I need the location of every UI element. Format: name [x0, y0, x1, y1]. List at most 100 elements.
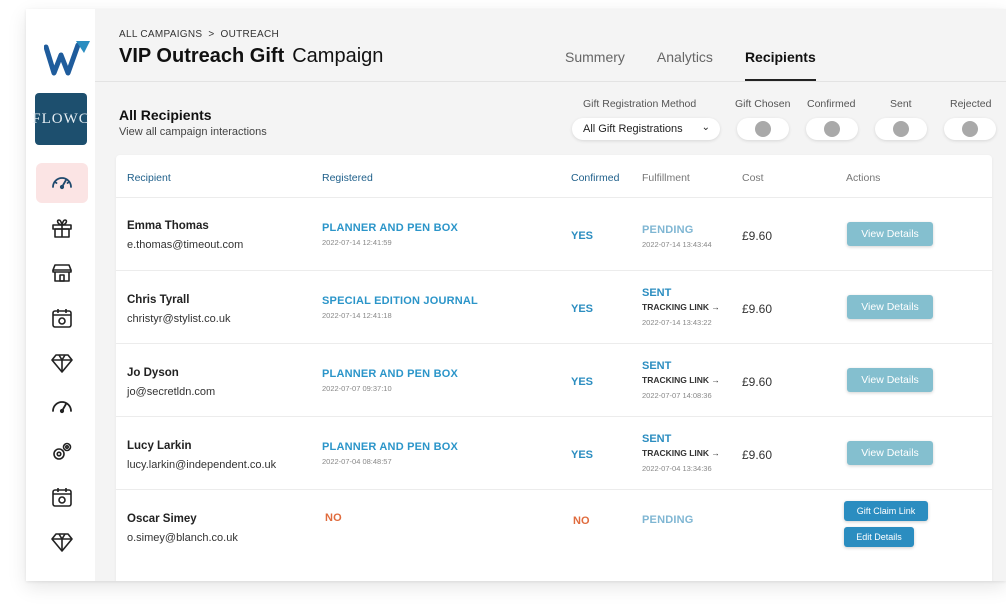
tracking-link[interactable]: TRACKING LINK →	[642, 375, 720, 385]
tracking-link[interactable]: TRACKING LINK →	[642, 448, 720, 458]
view-details-button[interactable]: View Details	[847, 368, 933, 392]
column-header-registered[interactable]: Registered	[322, 172, 373, 184]
table-row[interactable]: Oscar Simey o.simey@blanch.co.uk NO NO P…	[116, 489, 992, 562]
filter-method-label: Gift Registration Method	[583, 98, 697, 110]
fulfillment-timestamp: 2022-07-14 13:43:22	[642, 318, 712, 327]
recipient-email: lucy.larkin@independent.co.uk	[127, 459, 277, 471]
dashboard-gauge-icon	[52, 177, 72, 190]
main-content: ALL CAMPAIGNS > OUTREACH VIP Outreach Gift…	[95, 9, 1006, 581]
confirmed-status: YES	[571, 303, 594, 315]
sidebar-item-store[interactable]	[36, 253, 88, 293]
breadcrumb-separator: >	[208, 29, 215, 40]
settings-gears-icon	[53, 442, 72, 460]
section-subtitle: View all campaign interactions	[119, 126, 267, 138]
column-header-recipient[interactable]: Recipient	[127, 172, 171, 184]
gauge-icon	[52, 401, 72, 414]
confirmed-status: YES	[571, 376, 594, 388]
app-window: FLOWC ALL CAMPAIGNS > OUTREACH VIP Outre…	[26, 9, 1006, 581]
registered-gift[interactable]: PLANNER AND PEN BOX	[322, 222, 458, 234]
toggle-knob	[755, 121, 771, 137]
sidebar-item-schedule[interactable]	[36, 477, 88, 517]
toggle-rejected[interactable]	[944, 118, 996, 140]
calendar-icon	[52, 488, 72, 507]
gift-icon	[52, 219, 72, 238]
sidebar-item-rewards[interactable]	[36, 522, 88, 562]
registered-gift[interactable]: PLANNER AND PEN BOX	[322, 368, 458, 380]
table-row[interactable]: Jo Dyson jo@secretldn.com PLANNER AND PE…	[116, 343, 992, 416]
confirmed-status: NO	[573, 515, 590, 527]
fulfillment-status: PENDING	[642, 224, 694, 236]
table-row[interactable]: Lucy Larkin lucy.larkin@independent.co.u…	[116, 416, 992, 489]
tab-analytics[interactable]: Analytics	[657, 49, 713, 81]
toggle-label-confirmed: Confirmed	[807, 98, 856, 110]
w-logo-icon[interactable]	[44, 39, 92, 79]
edit-details-button[interactable]: Edit Details	[844, 527, 914, 547]
recipient-name: Oscar Simey	[127, 513, 197, 525]
registered-status: NO	[325, 512, 342, 524]
registered-timestamp: 2022-07-04 08:48:57	[322, 457, 392, 466]
page-header: ALL CAMPAIGNS > OUTREACH VIP Outreach Gift…	[95, 9, 1006, 82]
fulfillment-timestamp: 2022-07-04 13:34:36	[642, 464, 712, 473]
view-details-button[interactable]: View Details	[847, 222, 933, 246]
sidebar-item-dashboard[interactable]	[36, 163, 88, 203]
recipient-name: Chris Tyrall	[127, 294, 190, 306]
registered-timestamp: 2022-07-14 12:41:59	[322, 238, 392, 247]
fulfillment-timestamp: 2022-07-14 13:43:44	[642, 240, 712, 249]
fulfillment-status: SENT	[642, 287, 672, 299]
diamond-icon	[51, 354, 73, 373]
breadcrumb: ALL CAMPAIGNS > OUTREACH	[119, 29, 279, 40]
toggle-confirmed[interactable]	[806, 118, 858, 140]
fulfillment-status: PENDING	[642, 514, 694, 526]
view-details-button[interactable]: View Details	[847, 295, 933, 319]
breadcrumb-root[interactable]: ALL CAMPAIGNS	[119, 29, 202, 40]
sidebar-item-settings[interactable]	[36, 432, 88, 472]
cost-value: £9.60	[742, 375, 773, 389]
recipient-email: christyr@stylist.co.uk	[127, 313, 231, 325]
fulfillment-status: SENT	[642, 433, 672, 445]
table-row[interactable]: Emma Thomas e.thomas@timeout.com PLANNER…	[116, 197, 992, 270]
view-details-button[interactable]: View Details	[847, 441, 933, 465]
brand-text: FLOWC	[32, 110, 90, 127]
section-title: All Recipients	[119, 107, 212, 123]
toggle-knob	[893, 121, 909, 137]
tab-bar: Summery Analytics Recipients	[565, 49, 848, 81]
toggle-sent[interactable]	[875, 118, 927, 140]
recipient-name: Lucy Larkin	[127, 440, 192, 452]
toggle-label-sent: Sent	[890, 98, 912, 110]
registered-timestamp: 2022-07-07 09:37:10	[322, 384, 392, 393]
recipient-email: e.thomas@timeout.com	[127, 239, 244, 251]
column-header-fulfillment[interactable]: Fulfillment	[642, 172, 690, 184]
recipient-name: Jo Dyson	[127, 367, 179, 379]
recipient-email: o.simey@blanch.co.uk	[127, 532, 238, 544]
tab-recipients[interactable]: Recipients	[744, 49, 816, 81]
gift-registration-select[interactable]: All Gift Registrations ⌄	[572, 118, 720, 140]
registered-gift[interactable]: SPECIAL EDITION JOURNAL	[322, 295, 478, 307]
cost-value: £9.60	[742, 229, 773, 243]
tab-summery[interactable]: Summery	[565, 49, 625, 81]
toggle-label-rejected: Rejected	[950, 98, 992, 110]
sidebar-item-gifts[interactable]	[36, 208, 88, 248]
toggle-gift-chosen[interactable]	[737, 118, 789, 140]
chevron-down-icon: ⌄	[701, 122, 710, 133]
page-title-rest: Campaign	[292, 45, 384, 67]
sidebar-item-calendar[interactable]	[36, 298, 88, 338]
page-title: VIP Outreach Gift Campaign	[119, 45, 383, 68]
calendar-icon	[52, 309, 72, 328]
brand-logo[interactable]: FLOWC	[32, 93, 90, 145]
sidebar-item-premium[interactable]	[36, 343, 88, 383]
toggle-knob	[962, 121, 978, 137]
sidebar-item-performance[interactable]	[36, 387, 88, 427]
column-header-actions: Actions	[846, 172, 881, 184]
tracking-link[interactable]: TRACKING LINK →	[642, 302, 720, 312]
diamond-icon	[51, 533, 73, 552]
gift-claim-link-button[interactable]: Gift Claim Link	[844, 501, 928, 521]
confirmed-status: YES	[571, 230, 594, 242]
column-header-confirmed[interactable]: Confirmed	[571, 172, 619, 184]
store-icon	[52, 264, 72, 282]
recipient-name: Emma Thomas	[127, 220, 209, 232]
registered-gift[interactable]: PLANNER AND PEN BOX	[322, 441, 458, 453]
column-header-cost[interactable]: Cost	[742, 172, 764, 184]
sidebar: FLOWC	[26, 9, 95, 581]
recipient-email: jo@secretldn.com	[127, 386, 216, 398]
table-row[interactable]: Chris Tyrall christyr@stylist.co.uk SPEC…	[116, 270, 992, 343]
